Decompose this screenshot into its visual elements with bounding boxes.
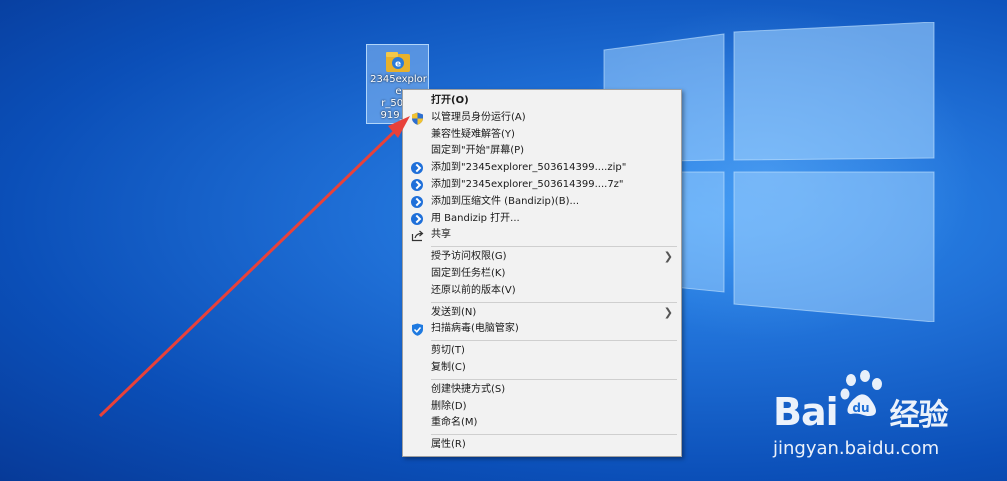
menu-cut[interactable]: 剪切(T) [403,343,681,360]
menu-bandizip-add-7z[interactable]: 添加到"2345explorer_503614399....7z" [403,177,681,194]
bandizip-icon [411,195,424,209]
menu-create-shortcut[interactable]: 创建快捷方式(S) [403,382,681,399]
menu-properties[interactable]: 属性(R) [403,437,681,454]
menu-separator [431,434,677,436]
menu-separator [431,340,677,342]
baidu-brand-left: Bai [773,390,839,434]
share-icon [411,230,424,242]
svg-text:e: e [395,60,401,70]
menu-share[interactable]: 共享 [403,227,681,244]
installer-archive-icon: e [386,52,410,72]
baidu-brand-right: 经验 [889,398,949,433]
bandizip-icon [411,178,424,192]
menu-pin-to-taskbar[interactable]: 固定到任务栏(K) [403,266,681,283]
menu-open[interactable]: 打开(O) [403,93,681,110]
pc-manager-shield-icon [412,323,423,337]
menu-separator [431,246,677,248]
menu-separator [431,301,677,303]
menu-compat-troubleshoot[interactable]: 兼容性疑难解答(Y) [403,127,681,144]
baidu-jingyan-watermark: du Bai 经验 jingyan.baidu.com [763,368,1003,468]
menu-delete[interactable]: 删除(D) [403,399,681,416]
menu-bandizip-add-zip[interactable]: 添加到"2345explorer_503614399....zip" [403,160,681,177]
bandizip-icon [411,162,424,175]
menu-copy[interactable]: 复制(C) [403,360,681,377]
menu-send-to[interactable]: 发送到(N) ❯ [403,305,681,322]
chevron-right-icon: ❯ [663,250,673,264]
menu-scan-virus[interactable]: 扫描病毒(电脑管家) [403,321,681,338]
menu-separator [431,378,677,380]
chevron-right-icon: ❯ [663,305,673,319]
menu-run-as-admin[interactable]: 以管理员身份运行(A) [403,110,681,127]
menu-pin-to-start[interactable]: 固定到"开始"屏幕(P) [403,143,681,160]
bandizip-icon [411,212,424,226]
menu-rename[interactable]: 重命名(M) [403,415,681,432]
uac-shield-icon [412,112,423,125]
menu-grant-access[interactable]: 授予访问权限(G) ❯ [403,249,681,266]
desktop-background: e 2345explore r_5036 919_V_ e 打开(O) 以管理员… [0,0,1007,481]
baidu-url: jingyan.baidu.com [773,438,940,459]
menu-bandizip-add-archive[interactable]: 添加到压缩文件 (Bandizip)(B)... [403,194,681,211]
context-menu: 打开(O) 以管理员身份运行(A) 兼容性疑难解答(Y) 固定到"开始"屏幕(P… [402,89,682,457]
menu-restore-versions[interactable]: 还原以前的版本(V) [403,283,681,300]
menu-bandizip-open[interactable]: 用 Bandizip 打开... [403,211,681,228]
